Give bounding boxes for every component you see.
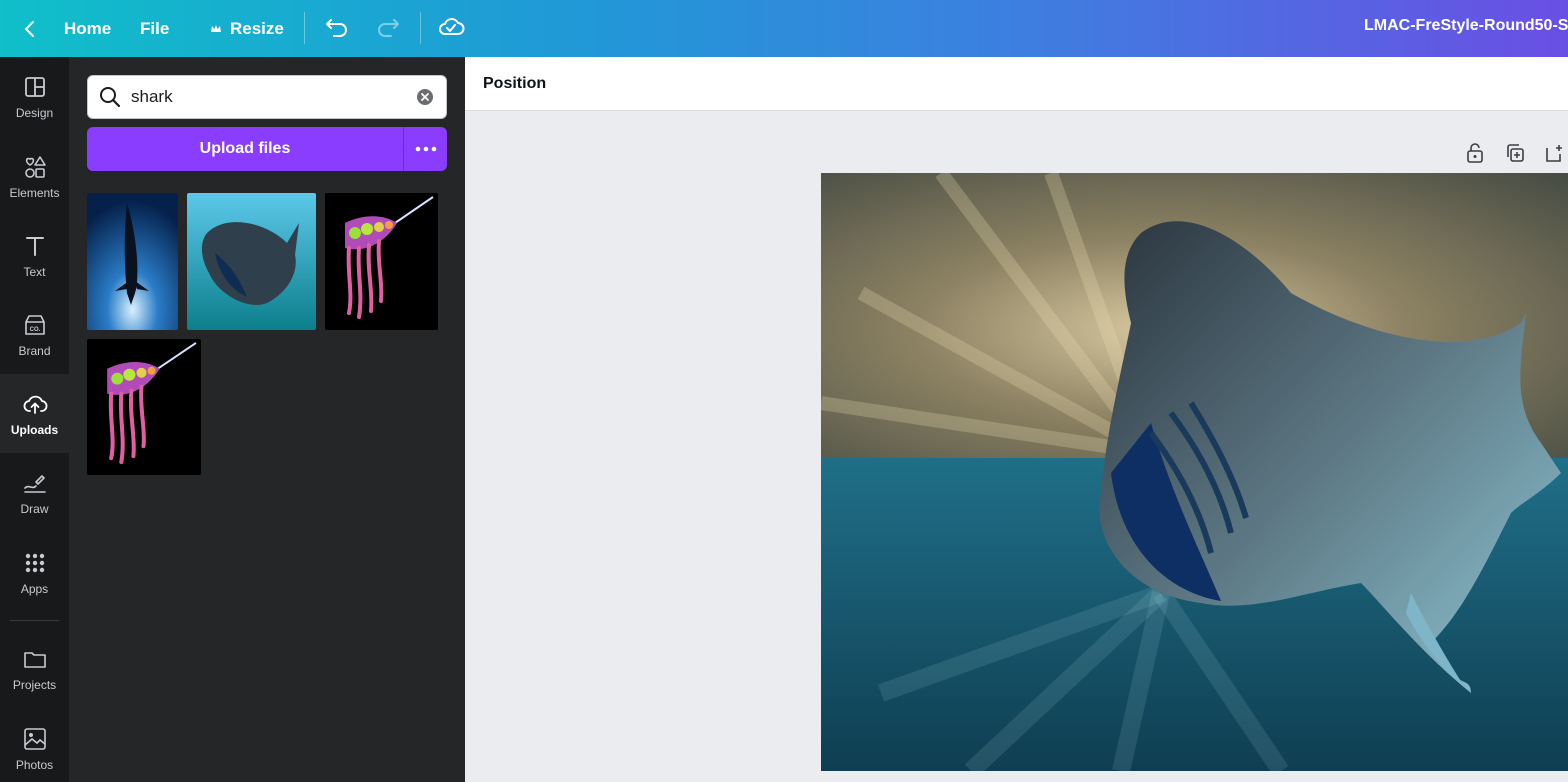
chevron-left-icon	[25, 20, 34, 37]
top-bar: Home File Resize LMAC-FreStyle-Round50-S…	[0, 0, 1568, 57]
more-horizontal-icon	[415, 146, 436, 152]
rail-item-text[interactable]: Text	[0, 216, 69, 295]
folder-icon	[23, 651, 46, 668]
more-options-button[interactable]	[403, 127, 447, 171]
search-box	[87, 75, 447, 119]
lock-page-button[interactable]	[1464, 142, 1486, 164]
search-input[interactable]	[131, 84, 411, 110]
pen-icon	[23, 474, 46, 493]
rail-label: Elements	[9, 185, 60, 200]
rail-item-elements[interactable]: Elements	[0, 137, 69, 216]
rail-label: Design	[15, 105, 54, 120]
duplicate-icon	[1507, 144, 1524, 162]
search-icon	[100, 87, 121, 108]
save-status-button[interactable]	[436, 12, 466, 47]
file-label: File	[140, 18, 170, 38]
topbar-divider	[304, 12, 305, 44]
cloud-upload-icon	[23, 395, 47, 414]
upload-thumbnail[interactable]	[325, 193, 438, 330]
upload-thumbnail[interactable]	[187, 193, 316, 330]
document-title[interactable]: LMAC-FreStyle-Round50-Sl	[1364, 0, 1568, 57]
neon-fish-image	[325, 193, 438, 330]
upload-thumbnail[interactable]	[87, 339, 201, 475]
upload-files-button[interactable]: Upload files	[87, 127, 403, 171]
file-menu-button[interactable]: File	[140, 0, 169, 57]
add-page-button[interactable]	[1543, 142, 1565, 164]
rail-item-apps[interactable]: Apps	[0, 533, 69, 612]
design-page[interactable]	[821, 173, 1568, 771]
home-button[interactable]: Home	[22, 0, 111, 57]
rail-label: Photos	[15, 757, 54, 772]
apps-grid-icon	[25, 553, 44, 572]
rail-label: Brand	[18, 343, 51, 358]
add-page-icon	[1546, 145, 1562, 162]
redo-button[interactable]	[373, 12, 403, 47]
basking-shark-image	[187, 193, 316, 330]
context-toolbar: Position	[465, 57, 1568, 111]
rail-label: Apps	[20, 581, 49, 596]
rail-item-brand[interactable]: CO. Brand	[0, 295, 69, 374]
undo-icon	[326, 19, 347, 37]
home-label: Home	[64, 18, 112, 38]
brand-icon: CO.	[24, 314, 45, 335]
rail-item-photos[interactable]: Photos	[0, 709, 69, 782]
rail-item-projects[interactable]: Projects	[0, 629, 69, 708]
rail-label: Projects	[12, 677, 57, 692]
clear-search-icon[interactable]	[416, 88, 434, 106]
rail-label: Draw	[20, 501, 49, 516]
lock-icon	[1467, 143, 1483, 163]
resize-label: Resize	[230, 18, 284, 38]
rail-item-draw[interactable]: Draw	[0, 453, 69, 532]
rail-item-design[interactable]: Design	[0, 57, 69, 136]
rail-item-uploads[interactable]: Uploads	[0, 374, 69, 453]
rail-label: Uploads	[10, 422, 59, 437]
crown-icon	[211, 24, 221, 32]
rail-divider	[10, 620, 59, 621]
upload-files-label: Upload files	[199, 140, 291, 157]
image-icon	[23, 727, 46, 750]
position-button[interactable]: Position	[483, 57, 546, 111]
left-rail: Design Elements Text CO. Brand Uploads D…	[0, 57, 69, 782]
text-icon	[25, 236, 44, 256]
shark-silhouette-image	[87, 193, 178, 330]
upload-thumbnail[interactable]	[87, 193, 178, 330]
shapes-icon	[24, 155, 46, 178]
uploads-panel: Upload files	[69, 57, 465, 782]
layout-icon	[24, 76, 45, 97]
svg-text:CO.: CO.	[29, 327, 40, 333]
undo-button[interactable]	[322, 12, 352, 47]
rail-label: Text	[23, 264, 46, 279]
resize-button[interactable]: Resize	[210, 0, 284, 57]
redo-icon	[378, 19, 399, 37]
neon-fish-image	[87, 339, 201, 475]
cloud-check-icon	[439, 18, 465, 35]
topbar-divider	[420, 12, 421, 44]
basking-shark-canvas-image	[821, 173, 1568, 771]
duplicate-page-button[interactable]	[1504, 142, 1526, 164]
